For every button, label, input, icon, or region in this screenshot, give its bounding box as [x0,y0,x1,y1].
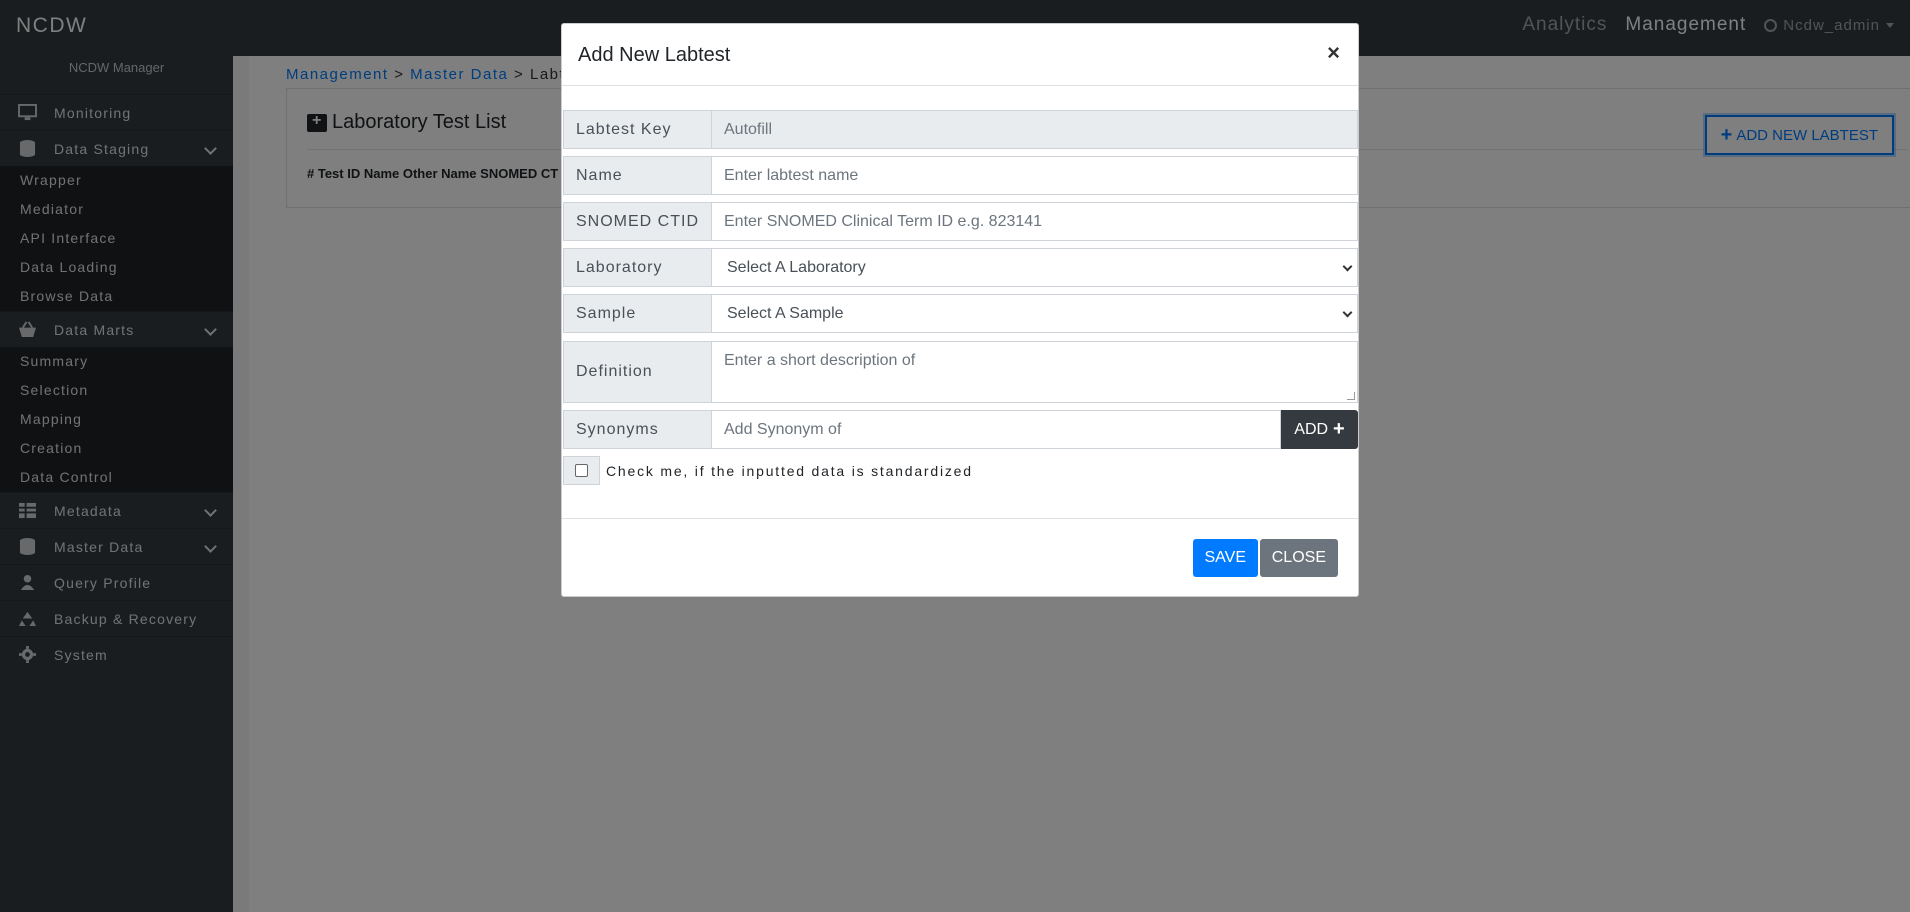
field-synonyms: Synonyms Add Synonym of ADD + [563,410,1358,449]
field-label: Labtest Key [563,110,712,149]
add-labtest-modal: Add New Labtest × Labtest Key Autofill N… [561,23,1359,597]
field-label: Laboratory [563,248,712,287]
field-label: Sample [563,294,712,333]
field-label: SNOMED CTID [563,202,712,241]
modal-body: Labtest Key Autofill Name Enter labtest … [562,86,1358,519]
close-icon[interactable]: × [1327,40,1340,66]
field-label: Synonyms [563,410,712,449]
field-laboratory: Laboratory Select A Laboratory [563,248,1358,287]
sample-select[interactable]: Select A Sample [712,294,1358,333]
field-definition: Definition Enter a short description of [563,341,1358,403]
sample-select-value: Select A Sample [727,304,844,322]
plus-icon: + [1333,418,1345,440]
field-name: Name Enter labtest name [563,156,1358,195]
name-input[interactable]: Enter labtest name [712,156,1358,195]
field-label: Definition [563,341,712,403]
definition-placeholder: Enter a short description of [724,352,916,369]
field-snomed: SNOMED CTID Enter SNOMED Clinical Term I… [563,202,1358,241]
close-button[interactable]: CLOSE [1259,539,1338,577]
modal-footer: SAVE CLOSE [562,518,1358,596]
field-labtest-key: Labtest Key Autofill [563,110,1358,149]
definition-textarea[interactable]: Enter a short description of [712,341,1358,403]
standardized-checkbox[interactable] [575,464,588,477]
standardized-check-row: Check me, if the inputted data is standa… [563,456,973,485]
modal-header: Add New Labtest × [562,24,1358,86]
field-sample: Sample Select A Sample [563,294,1358,333]
synonym-input[interactable]: Add Synonym of [712,410,1281,449]
modal-title: Add New Labtest [578,44,731,66]
chevron-down-icon [1342,261,1353,271]
checkbox-wrapper [563,456,600,485]
add-synonym-label: ADD [1294,420,1329,438]
save-button[interactable]: SAVE [1192,539,1258,577]
labtest-key-input: Autofill [712,110,1358,149]
laboratory-select[interactable]: Select A Laboratory [712,248,1358,287]
laboratory-select-value: Select A Laboratory [727,258,866,276]
field-label: Name [563,156,712,195]
chevron-down-icon [1342,307,1353,317]
snomed-ctid-input[interactable]: Enter SNOMED Clinical Term ID e.g. 82314… [712,202,1358,241]
resize-handle-icon[interactable] [1347,392,1355,400]
standardized-checkbox-label: Check me, if the inputted data is standa… [606,462,973,479]
add-synonym-button[interactable]: ADD + [1281,410,1358,449]
